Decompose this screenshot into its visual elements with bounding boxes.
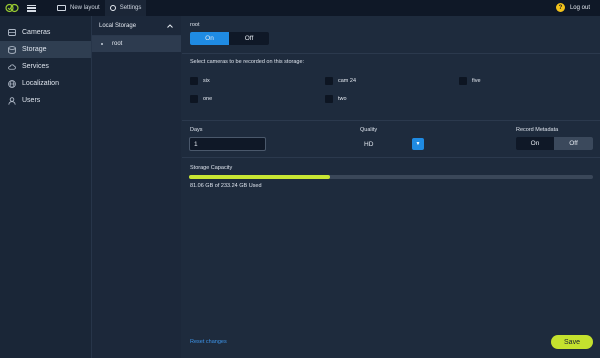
quality-label: Quality [360,127,378,133]
tab-new-layout[interactable]: New layout [52,0,105,16]
checkbox-label: cam 24 [338,78,357,84]
quality-value: HD [364,140,374,148]
tab-new-layout-label: New layout [70,5,100,11]
tab-settings-label: Settings [119,5,142,11]
divider [182,120,600,121]
storage-enable-toggle[interactable]: On Off [190,32,269,45]
camera-checkbox-five[interactable]: five [459,77,481,85]
camera-icon [8,29,16,37]
gear-icon [109,5,116,11]
storage-item-label: root [112,41,123,47]
checkbox[interactable] [190,77,198,85]
toggle-off-option[interactable]: Off [229,32,269,45]
storage-icon [8,45,16,54]
reset-changes-link[interactable]: Reset changes [190,339,227,345]
keyboard-icon [57,5,66,11]
checkbox-label: five [472,78,481,84]
storage-item-root[interactable]: root [92,36,181,52]
camera-checkbox-six[interactable]: six [190,77,210,85]
checkbox-label: two [338,96,347,102]
hamburger-menu-icon[interactable] [27,4,36,12]
record-metadata-label: Record Metadata [516,127,559,133]
sidebar-item-label: Users [22,97,41,104]
top-bar: New layout Settings ? Log out [0,0,600,16]
cameras-label: Select cameras to be recorded on this st… [190,59,305,65]
sidebar-item-localization[interactable]: Localization [0,75,91,92]
sidebar-item-services[interactable]: Services [0,58,91,75]
days-input[interactable]: 1 [189,137,266,151]
checkbox[interactable] [325,95,333,103]
storage-name: root [190,22,200,28]
checkbox[interactable] [325,77,333,85]
checkbox[interactable] [459,77,467,85]
camera-checkbox-two[interactable]: two [325,95,347,103]
quality-select[interactable]: HD ▼ [364,137,424,151]
storage-capacity-fill [189,175,331,179]
divider [182,157,600,158]
logout-button[interactable]: ? Log out [555,3,590,12]
storage-settings-panel: root On Off Select cameras to be recorde… [182,16,600,358]
sidebar: Cameras Storage Services Localization Us… [0,16,91,358]
save-button[interactable]: Save [551,335,593,349]
sidebar-item-label: Cameras [22,29,51,36]
sidebar-item-label: Services [22,63,49,70]
days-label: Days [190,127,203,133]
sidebar-item-label: Localization [22,80,59,87]
storage-capacity-bar [189,175,593,179]
logout-label: Log out [569,4,590,11]
sidebar-item-label: Storage [22,46,47,53]
toggle-on-option[interactable]: On [190,32,229,45]
toggle-on-option[interactable]: On [516,137,554,150]
checkbox[interactable] [190,95,198,103]
divider [182,53,600,54]
local-storage-title: Local Storage [99,22,137,29]
sidebar-item-users[interactable]: Users [0,92,91,109]
globe-icon [8,79,16,88]
sidebar-item-cameras[interactable]: Cameras [0,24,91,41]
storage-capacity-label: Storage Capacity [190,165,233,171]
bullet-icon [101,43,103,45]
tab-settings[interactable]: Settings [104,0,147,16]
record-metadata-toggle[interactable]: On Off [516,137,593,150]
checkbox-label: one [203,96,213,102]
camera-checkbox-cam24[interactable]: cam 24 [325,77,356,85]
dropdown-arrow-icon[interactable]: ▼ [412,138,424,150]
app-logo-icon [5,3,19,13]
local-storage-header[interactable]: Local Storage [92,16,181,36]
camera-checkbox-one[interactable]: one [190,95,212,103]
storage-list-panel: Local Storage root [91,16,181,358]
storage-capacity-text: 81.06 GB of 233.24 GB Used [190,183,262,189]
sidebar-item-storage[interactable]: Storage [0,41,91,58]
chevron-up-icon[interactable] [167,23,173,28]
help-icon[interactable]: ? [555,3,565,12]
user-icon [8,96,16,105]
toggle-off-option[interactable]: Off [554,137,593,150]
checkbox-label: six [203,78,210,84]
cloud-icon [8,63,16,71]
